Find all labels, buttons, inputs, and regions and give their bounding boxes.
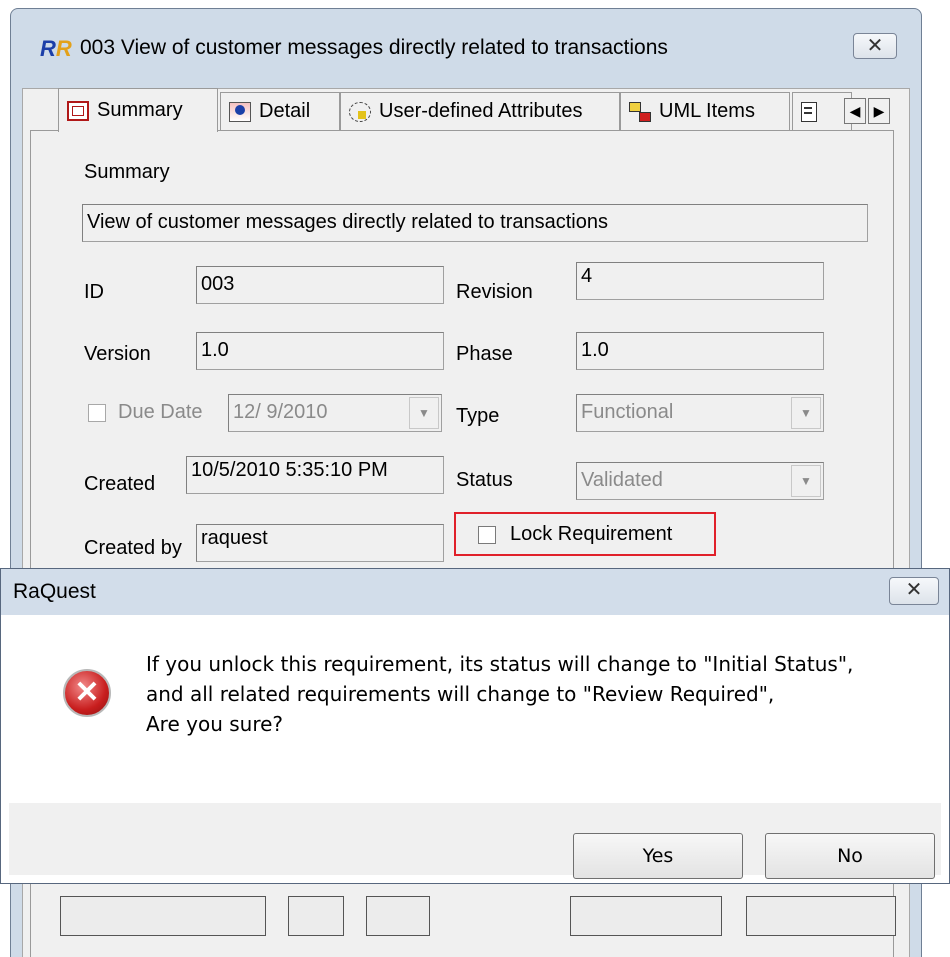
- lock-requirement-label: Lock Requirement: [510, 523, 673, 545]
- uml-items-icon: [629, 101, 651, 122]
- due-date-picker[interactable]: 12/ 9/2010 ▼: [228, 394, 442, 432]
- document-icon: [801, 101, 817, 122]
- hidden-button[interactable]: [570, 896, 722, 936]
- window-titlebar[interactable]: RR 003 View of customer messages directl…: [22, 25, 902, 65]
- hidden-button[interactable]: [288, 896, 344, 936]
- tab-user-defined-attributes[interactable]: User-defined Attributes: [340, 92, 620, 130]
- arrow-right-icon: ▶: [873, 103, 885, 119]
- summary-field[interactable]: View of customer messages directly relat…: [82, 204, 868, 242]
- detail-icon: [229, 101, 251, 122]
- chevron-down-icon[interactable]: ▼: [791, 465, 821, 497]
- type-value: Functional: [581, 401, 674, 423]
- lock-requirement-checkbox[interactable]: [478, 526, 496, 544]
- revision-label: Revision: [456, 281, 533, 303]
- due-date-checkbox[interactable]: [88, 404, 106, 422]
- summary-icon: [67, 100, 89, 121]
- created-by-label: Created by: [84, 537, 182, 559]
- tab-more[interactable]: [792, 92, 852, 130]
- dialog-message-line: If you unlock this requirement, its stat…: [146, 652, 854, 676]
- type-label: Type: [456, 405, 500, 427]
- chevron-down-icon[interactable]: ▼: [409, 397, 439, 429]
- due-date-value: 12/ 9/2010: [233, 401, 328, 423]
- dialog-titlebar[interactable]: RaQuest: [1, 569, 949, 615]
- version-field[interactable]: 1.0: [196, 332, 444, 370]
- status-value: Validated: [581, 469, 663, 491]
- tab-label: UML Items: [659, 100, 755, 122]
- created-field[interactable]: 10/5/2010 5:35:10 PM: [186, 456, 444, 494]
- close-icon: ✕: [905, 579, 923, 601]
- tab-detail[interactable]: Detail: [220, 92, 340, 130]
- error-icon: ✕: [63, 669, 111, 717]
- yes-button[interactable]: Yes: [573, 833, 743, 879]
- dialog-message-line: Are you sure?: [146, 712, 284, 736]
- tab-scroll-left-button[interactable]: ◀: [844, 98, 866, 124]
- tab-scroll-right-button[interactable]: ▶: [868, 98, 890, 124]
- tab-summary[interactable]: Summary: [58, 88, 218, 132]
- chevron-down-icon[interactable]: ▼: [791, 397, 821, 429]
- dialog-title: RaQuest: [13, 580, 96, 603]
- id-label: ID: [84, 281, 104, 303]
- window-title: 003 View of customer messages directly r…: [80, 36, 668, 59]
- hidden-button[interactable]: [60, 896, 266, 936]
- tab-label: Summary: [97, 99, 183, 121]
- summary-section-label: Summary: [84, 161, 170, 183]
- id-field[interactable]: 003: [196, 266, 444, 304]
- status-label: Status: [456, 469, 513, 491]
- tab-uml-items[interactable]: UML Items: [620, 92, 790, 130]
- confirm-dialog: RaQuest ✕ ✕ If you unlock this requireme…: [0, 568, 950, 884]
- close-icon: ✕: [866, 35, 884, 57]
- status-combo[interactable]: Validated ▼: [576, 462, 824, 500]
- dialog-message-line: and all related requirements will change…: [146, 682, 775, 706]
- window-close-button[interactable]: ✕: [853, 33, 897, 59]
- arrow-left-icon: ◀: [849, 103, 861, 119]
- tab-label: Detail: [259, 100, 311, 122]
- version-label: Version: [84, 343, 151, 365]
- dialog-close-button[interactable]: ✕: [889, 577, 939, 605]
- phase-field[interactable]: 1.0: [576, 332, 824, 370]
- created-label: Created: [84, 473, 156, 495]
- tab-label: User-defined Attributes: [379, 100, 583, 122]
- no-button[interactable]: No: [765, 833, 935, 879]
- hidden-button[interactable]: [746, 896, 896, 936]
- raquest-logo-icon: RR: [40, 36, 72, 61]
- hidden-button[interactable]: [366, 896, 430, 936]
- attributes-icon: [349, 101, 371, 122]
- type-combo[interactable]: Functional ▼: [576, 394, 824, 432]
- revision-field[interactable]: 4: [576, 262, 824, 300]
- phase-label: Phase: [456, 343, 513, 365]
- due-date-label: Due Date: [118, 401, 203, 423]
- created-by-field[interactable]: raquest: [196, 524, 444, 562]
